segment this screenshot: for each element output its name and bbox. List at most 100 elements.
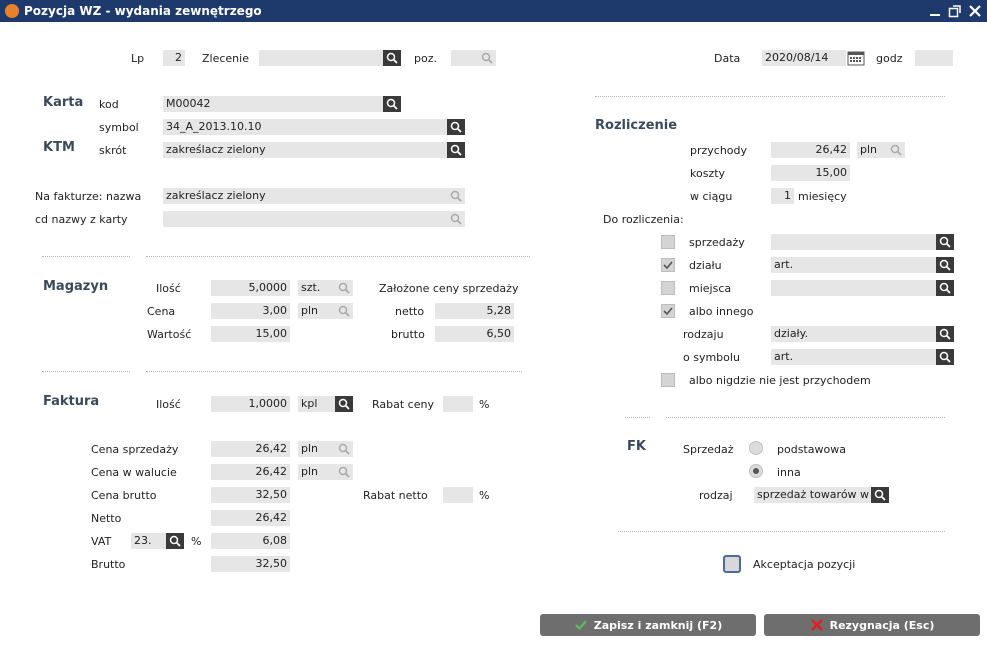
o-symbolu-field[interactable]: art. <box>771 349 936 365</box>
koszty-field[interactable]: 15,00 <box>771 165 850 181</box>
zlecenie-search-icon[interactable] <box>383 50 401 66</box>
restore-icon[interactable] <box>947 3 963 19</box>
vat-search-icon[interactable] <box>166 533 184 549</box>
rabat-ceny-field[interactable] <box>443 396 473 412</box>
miejsca-search-icon[interactable] <box>936 280 954 296</box>
przychody-field[interactable]: 26,42 <box>771 142 850 158</box>
kod-field[interactable]: M00042 <box>163 96 383 112</box>
sprzedaz-label: Sprzedaż <box>683 443 734 456</box>
miejsca-field[interactable] <box>771 280 936 296</box>
do-rozliczenia-label: Do rozliczenia: <box>603 213 684 226</box>
o-symbolu-search-icon[interactable] <box>936 349 954 365</box>
magazyn-cena-unit[interactable]: pln <box>298 303 335 319</box>
akceptacja-checkbox[interactable] <box>723 555 741 573</box>
w-ciagu-field[interactable]: 1 <box>771 188 794 204</box>
vat-label: VAT <box>91 535 112 548</box>
zlecenie-field[interactable] <box>259 50 383 66</box>
cancel-button-label: Rezygnacja (Esc) <box>829 618 935 632</box>
rodzaj-search-icon[interactable] <box>871 487 889 503</box>
cd-nazwy-field[interactable] <box>163 211 447 227</box>
skrot-search-icon[interactable] <box>447 142 465 158</box>
date-field[interactable]: 2020/08/14 <box>762 50 846 66</box>
dzialu-checkbox[interactable] <box>661 258 675 272</box>
rabat-ceny-label: Rabat ceny <box>372 398 434 411</box>
save-button[interactable]: Zapisz i zamknij (F2) <box>540 614 756 636</box>
rodzaju-search-icon[interactable] <box>936 326 954 342</box>
sprzedazy-search-icon[interactable] <box>936 234 954 250</box>
netto-label: Netto <box>91 512 122 525</box>
brutto-field[interactable]: 32,50 <box>211 556 290 572</box>
minimize-icon[interactable] <box>927 3 943 19</box>
cena-waluta-unit[interactable]: pln <box>298 464 335 480</box>
cena-sprzedazy-search-icon[interactable] <box>335 441 353 457</box>
zalozone-brutto-label: brutto <box>391 328 425 341</box>
cena-brutto-field[interactable]: 32,50 <box>211 487 290 503</box>
podstawowa-radio[interactable] <box>749 441 763 455</box>
sprzedazy-field[interactable] <box>771 234 936 250</box>
rabat-ceny-percent: % <box>479 398 490 411</box>
magazyn-ilosc-field[interactable]: 5,0000 <box>211 280 290 296</box>
symbol-field[interactable]: 34_A_2013.10.10 <box>163 119 447 135</box>
rodzaju-field[interactable]: działy. <box>771 326 936 342</box>
lp-label: Lp <box>131 52 145 65</box>
zalozone-ceny-label: Założone ceny sprzedaży <box>379 282 519 295</box>
symbol-search-icon[interactable] <box>447 119 465 135</box>
zalozone-netto-label: netto <box>395 305 425 318</box>
przychody-label: przychody <box>690 144 748 157</box>
miejsca-checkbox[interactable] <box>661 281 675 295</box>
divider <box>618 531 945 532</box>
faktura-ilosc-field[interactable]: 1,0000 <box>211 396 290 412</box>
cena-sprzedazy-unit[interactable]: pln <box>298 441 335 457</box>
na-fakturze-search-icon[interactable] <box>447 188 465 204</box>
inna-radio[interactable] <box>749 464 763 478</box>
cd-nazwy-label: cd nazwy z karty <box>35 213 128 226</box>
akceptacja-label: Akceptacja pozycji <box>753 558 856 571</box>
godz-field[interactable] <box>915 50 953 66</box>
zalozone-brutto-field[interactable]: 6,50 <box>435 326 514 342</box>
sprzedazy-checkbox[interactable] <box>661 235 675 249</box>
close-icon[interactable] <box>967 3 983 19</box>
divider <box>666 417 945 418</box>
poz-label: poz. <box>414 52 437 65</box>
przychody-unit[interactable]: pln <box>857 142 887 158</box>
magazyn-ilosc-unit[interactable]: szt. <box>298 280 335 296</box>
cena-waluta-field[interactable]: 26,42 <box>211 464 290 480</box>
rodzaj-field[interactable]: sprzedaż towarów w k <box>754 487 871 503</box>
zalozone-netto-field[interactable]: 5,28 <box>435 303 514 319</box>
calendar-icon[interactable] <box>847 50 865 66</box>
na-fakturze-field[interactable]: zakreślacz zielony <box>163 188 447 204</box>
cancel-button[interactable]: Rezygnacja (Esc) <box>764 614 980 636</box>
cd-nazwy-search-icon[interactable] <box>447 211 465 227</box>
ktm-section-title: KTM <box>43 140 75 155</box>
koszty-label: koszty <box>690 167 726 180</box>
lp-field[interactable]: 2 <box>163 50 185 66</box>
poz-search-icon[interactable] <box>478 50 496 66</box>
albo-nigdzie-checkbox[interactable] <box>661 373 675 387</box>
brutto-label: Brutto <box>91 558 126 571</box>
vat-value-field[interactable]: 6,08 <box>211 533 290 549</box>
faktura-unit-search-icon[interactable] <box>335 396 353 412</box>
albo-innego-checkbox[interactable] <box>661 304 675 318</box>
magazyn-cena-field[interactable]: 3,00 <box>211 303 290 319</box>
cena-sprzedazy-field[interactable]: 26,42 <box>211 441 290 457</box>
magazyn-currency-search-icon[interactable] <box>335 303 353 319</box>
przychody-search-icon[interactable] <box>887 142 905 158</box>
dzialu-field[interactable]: art. <box>771 257 936 273</box>
magazyn-wartosc-field[interactable]: 15,00 <box>211 326 290 342</box>
skrot-field[interactable]: zakreślacz zielony <box>163 142 447 158</box>
close-icon <box>810 619 823 631</box>
divider <box>625 417 650 418</box>
kod-search-icon[interactable] <box>383 96 401 112</box>
cena-waluta-search-icon[interactable] <box>335 464 353 480</box>
zlecenie-label: Zlecenie <box>202 52 249 65</box>
poz-field[interactable] <box>451 50 478 66</box>
symbol-label: symbol <box>99 121 139 134</box>
magazyn-section-title: Magazyn <box>43 279 109 294</box>
faktura-ilosc-unit[interactable]: kpl <box>298 396 335 412</box>
vat-rate-field[interactable]: 23. <box>131 533 166 549</box>
magazyn-unit-search-icon[interactable] <box>335 280 353 296</box>
window-title: Pozycja WZ - wydania zewnętrzego <box>24 4 262 18</box>
dzialu-search-icon[interactable] <box>936 257 954 273</box>
rabat-netto-field[interactable] <box>443 487 473 503</box>
netto-field[interactable]: 26,42 <box>211 510 290 526</box>
